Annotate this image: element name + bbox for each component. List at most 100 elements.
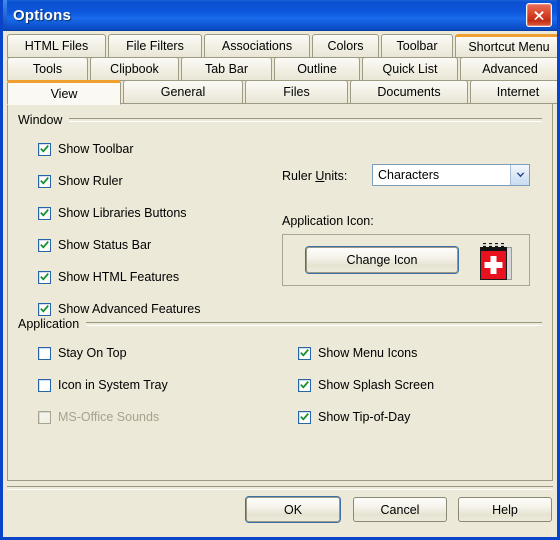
title-bar[interactable]: Options: [3, 0, 557, 31]
application-group-label: Application: [18, 317, 80, 331]
tab-row-1: HTML Files File Filters Associations Colors…: [7, 34, 557, 58]
ruler-units-value: Characters: [378, 168, 440, 182]
tab-label: Colors: [327, 39, 364, 53]
chevron-down-icon[interactable]: [510, 165, 529, 185]
tab-toolbar[interactable]: Toolbar: [381, 34, 453, 58]
checkbox-label: Show Status Bar: [58, 238, 152, 252]
window-group: Window: [18, 112, 542, 128]
tab-row-2: Tools Clipbook Tab Bar Outline Quick List Adv…: [7, 57, 557, 81]
footer-separator: [7, 486, 553, 490]
window-title: Options: [13, 6, 72, 24]
group-divider-line: [69, 118, 542, 122]
checkbox-show-status-bar[interactable]: Show Status Bar: [38, 236, 200, 254]
checkbox-show-splash-screen[interactable]: Show Splash Screen: [298, 376, 434, 394]
tab-label: Associations: [221, 39, 293, 53]
application-right-checkbox-list: Show Menu Icons Show Splash Screen Show Ti…: [298, 344, 434, 440]
help-button[interactable]: Help: [458, 497, 552, 522]
tab-documents[interactable]: Documents: [350, 80, 468, 104]
checkbox-label: Show Advanced Features: [58, 302, 201, 316]
checkbox-show-tip-of-day[interactable]: Show Tip-of-Day: [298, 408, 434, 426]
application-left-checkbox-list: Stay On Top Icon in System Tray MS-Office …: [38, 344, 168, 440]
checkbox-label: Show HTML Features: [58, 270, 180, 284]
tab-strip: HTML Files File Filters Associations Colors…: [3, 31, 557, 105]
checkbox-label: Show Splash Screen: [318, 378, 435, 392]
tab-label: Tools: [32, 62, 63, 76]
tab-label: Quick List: [382, 62, 438, 76]
application-group: Application: [18, 316, 542, 332]
tab-tab-bar[interactable]: Tab Bar: [181, 57, 272, 81]
tab-label: View: [50, 86, 78, 101]
group-divider-line: [86, 322, 542, 326]
app-notepad-icon: [476, 241, 516, 288]
checkbox-show-ruler[interactable]: Show Ruler: [38, 172, 200, 190]
checkmark-icon: [38, 174, 51, 188]
tab-files[interactable]: Files: [245, 80, 348, 104]
ruler-units-label: Ruler Units:: [282, 169, 348, 183]
checkbox-label: Icon in System Tray: [58, 378, 168, 392]
window-checkbox-list: Show Toolbar Show Ruler Show Libraries But…: [38, 140, 200, 332]
options-dialog: Options HTML Files File Filters Associatio…: [0, 0, 560, 540]
tab-label: HTML Files: [24, 39, 89, 53]
tab-label: Advanced: [482, 62, 538, 76]
change-icon-button[interactable]: Chan g e Icon: [306, 247, 458, 273]
checkmark-icon: [38, 238, 51, 252]
checkbox-label: MS-Office Sounds: [58, 410, 160, 424]
tab-general[interactable]: General: [123, 80, 243, 104]
application-group-header: Application: [18, 316, 542, 332]
checkmark-icon: [38, 270, 51, 284]
tab-quick-list[interactable]: Quick List: [362, 57, 458, 81]
tab-outline[interactable]: Outline: [274, 57, 360, 81]
tab-label: Files: [283, 85, 310, 99]
tab-label: Toolbar: [396, 39, 438, 53]
checkbox-label: Show Libraries Buttons: [58, 206, 187, 220]
tab-shortcut-menu[interactable]: Shortcut Menu: [455, 34, 557, 58]
tab-label: Shortcut Menu: [468, 40, 550, 54]
tab-label: File Filters: [126, 39, 184, 53]
tab-clipbook[interactable]: Clipbook: [90, 57, 179, 81]
tab-row-3: View General Files Documents Internet: [7, 80, 557, 105]
close-icon[interactable]: [526, 3, 552, 27]
window-group-label: Window: [18, 113, 63, 127]
tab-content-view: Window Show Toolbar Show Ruler Show Librar…: [7, 103, 553, 481]
tab-view[interactable]: View: [7, 80, 121, 105]
checkbox-show-toolbar[interactable]: Show Toolbar: [38, 140, 200, 158]
checkbox-show-menu-icons[interactable]: Show Menu Icons: [298, 344, 434, 362]
checkmark-icon: [38, 302, 51, 316]
tab-label: Documents: [377, 85, 441, 99]
tab-colors[interactable]: Colors: [312, 34, 379, 58]
checkbox-empty-icon: [38, 346, 51, 360]
application-icon-panel: Chan g e Icon: [282, 234, 530, 286]
tab-internet[interactable]: Internet: [470, 80, 557, 104]
tab-associations[interactable]: Associations: [204, 34, 310, 58]
checkbox-label: Stay On Top: [58, 346, 127, 360]
checkmark-icon: [38, 206, 51, 220]
checkbox-show-html-features[interactable]: Show HTML Features: [38, 268, 200, 286]
window-group-header: Window: [18, 112, 542, 128]
tab-label: Clipbook: [110, 62, 159, 76]
checkbox-empty-icon: [38, 378, 51, 392]
checkmark-icon: [38, 142, 51, 156]
ok-button[interactable]: OK: [246, 497, 340, 522]
checkbox-label: Show Toolbar: [58, 142, 134, 156]
cancel-button[interactable]: Cancel: [353, 497, 447, 522]
checkbox-empty-icon: [38, 410, 51, 424]
checkbox-show-libraries-buttons[interactable]: Show Libraries Buttons: [38, 204, 200, 222]
tab-advanced[interactable]: Advanced: [460, 57, 557, 81]
application-icon-label: Application Icon:: [282, 214, 374, 228]
checkbox-stay-on-top[interactable]: Stay On Top: [38, 344, 168, 362]
tab-file-filters[interactable]: File Filters: [108, 34, 202, 58]
tab-label: Tab Bar: [204, 62, 249, 76]
tab-label: General: [160, 85, 206, 99]
checkmark-icon: [298, 378, 311, 392]
checkbox-label: Show Ruler: [58, 174, 123, 188]
checkmark-icon: [298, 346, 311, 360]
ruler-units-combobox[interactable]: Characters: [372, 164, 530, 186]
tab-tools[interactable]: Tools: [7, 57, 88, 81]
tab-label: Outline: [297, 62, 337, 76]
checkbox-label: Show Tip-of-Day: [318, 410, 411, 424]
checkbox-label: Show Menu Icons: [318, 346, 418, 360]
tab-label: Internet: [496, 85, 540, 99]
checkbox-icon-in-system-tray[interactable]: Icon in System Tray: [38, 376, 168, 394]
checkbox-ms-office-sounds: MS-Office Sounds: [38, 408, 168, 426]
tab-html-files[interactable]: HTML Files: [7, 34, 106, 58]
